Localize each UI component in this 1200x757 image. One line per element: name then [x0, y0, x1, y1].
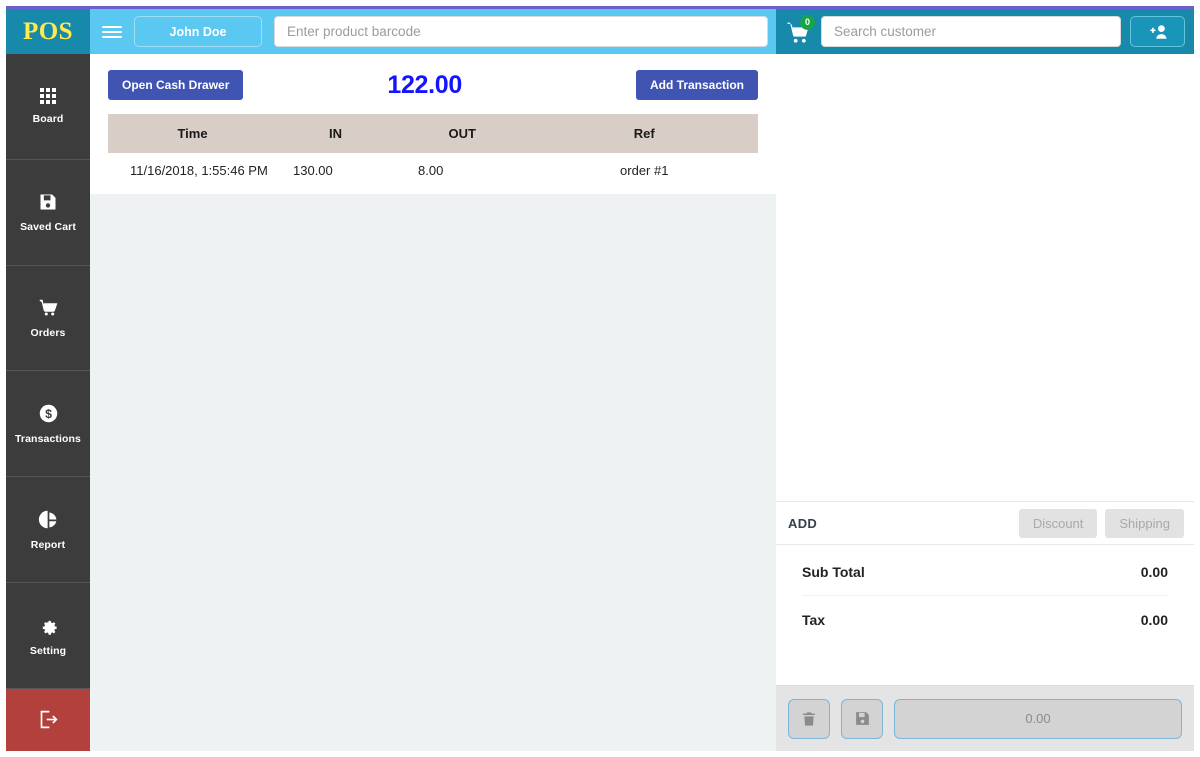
svg-text:$: $: [45, 407, 52, 421]
column-header-out: OUT: [394, 114, 531, 153]
sidebar-nav: Board Saved Cart Orders $ Transactions R…: [6, 54, 90, 751]
subtotal-label: Sub Total: [802, 564, 865, 580]
add-customer-button[interactable]: [1130, 16, 1185, 47]
dollar-circle-icon: $: [39, 404, 57, 423]
checkout-button[interactable]: 0.00: [894, 698, 1182, 739]
customer-search-input[interactable]: [821, 16, 1121, 47]
trash-icon: [803, 711, 815, 726]
sidebar-item-report[interactable]: Report: [6, 477, 90, 584]
save-cart-button[interactable]: [841, 698, 883, 739]
cart-add-row: ADD Discount Shipping: [776, 501, 1194, 545]
transactions-empty-area: [90, 194, 776, 751]
sidebar-item-label: Setting: [29, 644, 67, 657]
sidebar-item-label: Saved Cart: [20, 220, 76, 233]
app-header: POS John Doe 0: [6, 9, 1194, 54]
column-header-in: IN: [277, 114, 394, 153]
sidebar-item-saved-cart[interactable]: Saved Cart: [6, 160, 90, 266]
app-window: POS John Doe 0: [6, 6, 1194, 751]
cell-out: 8.00: [418, 163, 444, 178]
cart-totals: Sub Total 0.00 Tax 0.00: [776, 545, 1194, 643]
sidebar-item-label: Board: [32, 112, 64, 125]
floppy-disk-icon: [855, 712, 869, 725]
header-right-section: 0: [776, 9, 1194, 54]
subtotal-row: Sub Total 0.00: [802, 549, 1168, 596]
cell-time: 11/16/2018, 1:55:46 PM: [130, 163, 268, 178]
sidebar-item-board[interactable]: Board: [6, 54, 90, 160]
add-person-icon: [1149, 24, 1166, 39]
tax-label: Tax: [802, 611, 826, 628]
app-body: Board Saved Cart Orders $ Transactions R…: [6, 54, 1194, 751]
table-row[interactable]: 11/16/2018, 1:55:46 PM 130.00 8.00 order…: [108, 153, 758, 194]
sidebar-item-orders[interactable]: Orders: [6, 266, 90, 372]
sidebar-item-transactions[interactable]: $ Transactions: [6, 371, 90, 478]
user-name-button[interactable]: John Doe: [134, 16, 262, 47]
header-left-section: John Doe: [90, 9, 776, 54]
transactions-toolbar: Open Cash Drawer 122.00 Add Transaction: [108, 70, 758, 100]
cell-in: 130.00: [293, 163, 333, 178]
sidebar-item-setting[interactable]: Setting: [6, 583, 90, 689]
tax-row: Tax 0.00: [802, 596, 1168, 643]
logout-button[interactable]: [6, 688, 90, 751]
discount-button[interactable]: Discount: [1018, 508, 1098, 538]
floppy-disk-icon: [40, 194, 56, 210]
cash-balance-amount: 122.00: [387, 70, 463, 99]
logout-icon: [40, 711, 58, 729]
table-header-row: Time IN OUT Ref: [108, 114, 758, 153]
totals-spacer: [776, 643, 1194, 685]
cart-items-list: [776, 54, 1194, 501]
column-header-time: Time: [108, 114, 277, 153]
sidebar-item-label: Orders: [30, 327, 66, 340]
transactions-panel: Open Cash Drawer 122.00 Add Transaction …: [90, 54, 776, 751]
grid-icon: [40, 87, 56, 104]
cart-icon-with-badge[interactable]: 0: [784, 14, 815, 47]
transactions-table: Time IN OUT Ref 11/16/2018, 1:55:46 PM 1…: [108, 114, 758, 194]
sidebar-item-label: Report: [30, 538, 66, 551]
column-header-ref: Ref: [530, 114, 758, 153]
pie-chart-icon: [38, 510, 56, 528]
shipping-button[interactable]: Shipping: [1105, 508, 1184, 538]
transactions-card: Open Cash Drawer 122.00 Add Transaction …: [90, 54, 776, 194]
add-transaction-button[interactable]: Add Transaction: [635, 70, 758, 100]
cart-count-badge: 0: [800, 14, 815, 30]
menu-hamburger-icon[interactable]: [102, 25, 122, 38]
add-label: ADD: [788, 515, 818, 531]
product-barcode-input[interactable]: [274, 16, 768, 47]
tax-value: 0.00: [1140, 611, 1168, 628]
shopping-cart-icon: [39, 299, 57, 316]
cart-action-bar: 0.00: [776, 685, 1194, 751]
sidebar-item-label: Transactions: [15, 432, 81, 445]
gear-icon: [42, 620, 57, 635]
clear-cart-button[interactable]: [788, 698, 830, 739]
cart-panel: ADD Discount Shipping Sub Total 0.00 Tax…: [776, 54, 1194, 751]
cell-ref: order #1: [620, 163, 669, 178]
subtotal-value: 0.00: [1140, 564, 1168, 580]
app-logo: POS: [6, 9, 90, 54]
